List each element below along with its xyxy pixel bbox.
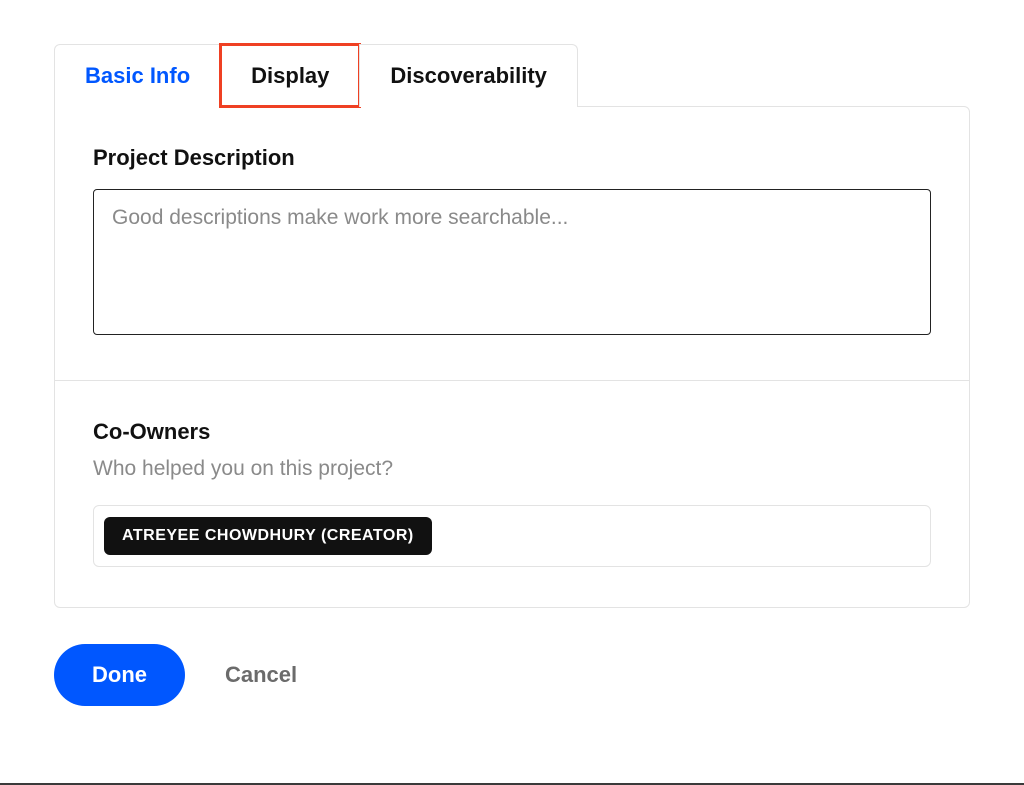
- tab-discoverability[interactable]: Discoverability: [359, 44, 578, 107]
- co-owners-section: Co-Owners Who helped you on this project…: [55, 380, 969, 607]
- owner-chip[interactable]: ATREYEE CHOWDHURY (CREATOR): [104, 517, 432, 555]
- cancel-button[interactable]: Cancel: [225, 662, 297, 688]
- project-settings-form: Basic Info Display Discoverability Proje…: [0, 0, 1024, 706]
- tab-panel-basic-info: Project Description Co-Owners Who helped…: [54, 106, 970, 608]
- co-owners-input[interactable]: ATREYEE CHOWDHURY (CREATOR): [93, 505, 931, 567]
- tab-display[interactable]: Display: [220, 44, 360, 107]
- project-description-input[interactable]: [93, 189, 931, 335]
- project-description-section: Project Description: [55, 107, 969, 380]
- co-owners-title: Co-Owners: [93, 419, 931, 445]
- project-description-title: Project Description: [93, 145, 931, 171]
- tab-basic-info[interactable]: Basic Info: [54, 44, 221, 107]
- co-owners-subtitle: Who helped you on this project?: [93, 457, 931, 481]
- done-button[interactable]: Done: [54, 644, 185, 706]
- form-actions: Done Cancel: [54, 644, 970, 706]
- tab-bar: Basic Info Display Discoverability: [54, 44, 970, 107]
